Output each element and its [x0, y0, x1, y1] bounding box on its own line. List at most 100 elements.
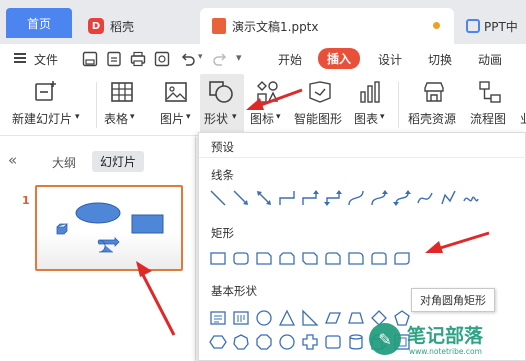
store-icon — [424, 82, 444, 102]
scribble-shape[interactable] — [462, 189, 480, 207]
curved-double-arrow-shape[interactable] — [393, 189, 411, 207]
u-turn-arrow-shape — [97, 237, 120, 253]
tab-daoke-label: 稻壳 — [110, 19, 135, 34]
table-dropdown-icon: ▾ — [130, 112, 135, 122]
redo-icon[interactable] — [212, 51, 228, 67]
elbow-arrow-connector-shape[interactable] — [301, 189, 319, 207]
snip-diagonal-rect-shape[interactable] — [301, 249, 319, 267]
export-icon[interactable] — [106, 51, 122, 67]
rectangle-shape[interactable] — [209, 249, 227, 267]
print-icon[interactable] — [130, 51, 146, 67]
round-single-corner-rect-shape[interactable] — [347, 249, 365, 267]
shape-icon — [209, 81, 233, 103]
tab-ppt[interactable]: PPT中 — [456, 8, 526, 44]
annotation-arrow-icon — [246, 88, 303, 110]
menu-design[interactable]: 设计 — [378, 51, 402, 68]
triangle-shape[interactable] — [278, 309, 296, 327]
undo-dropdown-icon[interactable]: ▾ — [198, 52, 203, 62]
curved-connector-shape[interactable] — [347, 189, 365, 207]
preview-icon[interactable] — [154, 51, 170, 67]
slide-panel: « 大纲 幻灯片 1 — [0, 137, 196, 361]
shape-tooltip: 对角圆角矩形 — [411, 288, 495, 312]
hamburger-icon[interactable] — [14, 53, 26, 63]
tab-document[interactable]: 演示文稿1.pptx — [200, 8, 454, 44]
rounded-rectangle-shape[interactable] — [232, 249, 250, 267]
shape-label: 形状 — [204, 112, 229, 126]
right-triangle-shape[interactable] — [301, 309, 319, 327]
menu-transition[interactable]: 切换 — [428, 51, 452, 68]
toolbar-divider — [398, 82, 399, 128]
watermark-text: 笔记部落 — [407, 325, 484, 347]
shape-button[interactable]: 形状 ▾ — [200, 74, 244, 134]
table-icon — [111, 82, 133, 102]
trapezoid-shape[interactable] — [347, 309, 365, 327]
shape-dropdown-icon: ▾ — [232, 112, 237, 122]
toolbar-divider — [96, 82, 97, 128]
slide-number: 1 — [22, 194, 30, 207]
cube-shape — [56, 223, 68, 235]
parallelogram-shape[interactable] — [324, 309, 342, 327]
line-shape[interactable] — [209, 189, 227, 207]
menu-file[interactable]: 文件 — [34, 51, 58, 68]
decagon-shape[interactable] — [278, 333, 296, 351]
save-icon[interactable] — [82, 51, 98, 67]
menu-start[interactable]: 开始 — [278, 51, 302, 68]
undo-icon[interactable] — [180, 51, 196, 67]
textbox-shape[interactable] — [209, 309, 227, 327]
flowchart-icon — [479, 81, 501, 103]
toolbar-more-label: 业 — [520, 110, 526, 127]
tab-home[interactable]: 首页 — [6, 8, 72, 38]
annotation-arrow-icon — [425, 231, 490, 253]
elbow-double-arrow-shape[interactable] — [324, 189, 342, 207]
daoke-resources-button[interactable]: 稻壳资源 — [404, 74, 462, 134]
tab-slides[interactable]: 幻灯片 — [92, 151, 145, 172]
table-button[interactable]: 表格 ▾ — [100, 74, 146, 134]
plaque-shape[interactable] — [324, 333, 342, 351]
chart-button[interactable]: 图表 ▾ — [350, 74, 392, 134]
tooltip-text: 对角圆角矩形 — [420, 294, 486, 307]
vertical-textbox-shape[interactable] — [232, 309, 250, 327]
watermark: ✎ 笔记部落 www.notetribe.com — [365, 319, 526, 361]
watermark-logo-icon: ✎ — [369, 323, 401, 355]
unsaved-dot-icon — [433, 22, 440, 29]
snip-single-corner-rect-shape[interactable] — [255, 249, 273, 267]
round-diagonal-corner-rect-shape[interactable] — [393, 249, 411, 267]
new-slide-button[interactable]: 新建幻灯片 ▾ — [0, 74, 80, 134]
double-arrow-line-shape[interactable] — [255, 189, 273, 207]
collapse-panel-button[interactable]: « — [8, 151, 17, 169]
hexagon-shape[interactable] — [209, 333, 227, 351]
octagon-shape[interactable] — [255, 333, 273, 351]
oval-shape[interactable] — [255, 309, 273, 327]
picture-label: 图片 — [160, 112, 185, 126]
tab-outline[interactable]: 大纲 — [52, 154, 76, 171]
snip-round-rect-shape[interactable] — [324, 249, 342, 267]
daoke-resources-label: 稻壳资源 — [408, 112, 457, 126]
tab-document-label: 演示文稿1.pptx — [232, 19, 319, 34]
flowchart-button[interactable]: 流程图 — [466, 74, 514, 134]
section-rectangles: 矩形 — [211, 226, 234, 240]
flowchart-label: 流程图 — [470, 112, 507, 126]
snip-same-side-rect-shape[interactable] — [278, 249, 296, 267]
elbow-connector-shape[interactable] — [278, 189, 296, 207]
new-slide-label: 新建幻灯片 — [12, 112, 73, 126]
rectangle-shape — [131, 214, 164, 234]
menu-insert[interactable]: 插入 — [318, 48, 361, 69]
round-same-side-rect-shape[interactable] — [370, 249, 388, 267]
curved-arrow-connector-shape[interactable] — [370, 189, 388, 207]
heptagon-shape[interactable] — [232, 333, 250, 351]
can-shape[interactable] — [347, 333, 365, 351]
more-chevron-icon[interactable]: ▾ — [236, 51, 242, 64]
new-slide-icon — [35, 81, 56, 101]
cross-shape[interactable] — [301, 333, 319, 351]
menu-animation[interactable]: 动画 — [478, 51, 502, 68]
picture-dropdown-icon: ▾ — [186, 112, 191, 122]
tab-bar: 首页 D 稻壳 演示文稿1.pptx PPT中 — [0, 0, 526, 44]
arrow-line-shape[interactable] — [232, 189, 250, 207]
daoke-logo-icon: D — [88, 18, 104, 34]
tab-daoke[interactable]: D 稻壳 — [80, 8, 194, 44]
tab-ppt-label: PPT中 — [484, 19, 518, 34]
curve-shape[interactable] — [416, 189, 434, 207]
picture-icon — [165, 82, 187, 102]
freeform-shape[interactable] — [439, 189, 457, 207]
picture-button[interactable]: 图片 ▾ — [156, 74, 200, 134]
